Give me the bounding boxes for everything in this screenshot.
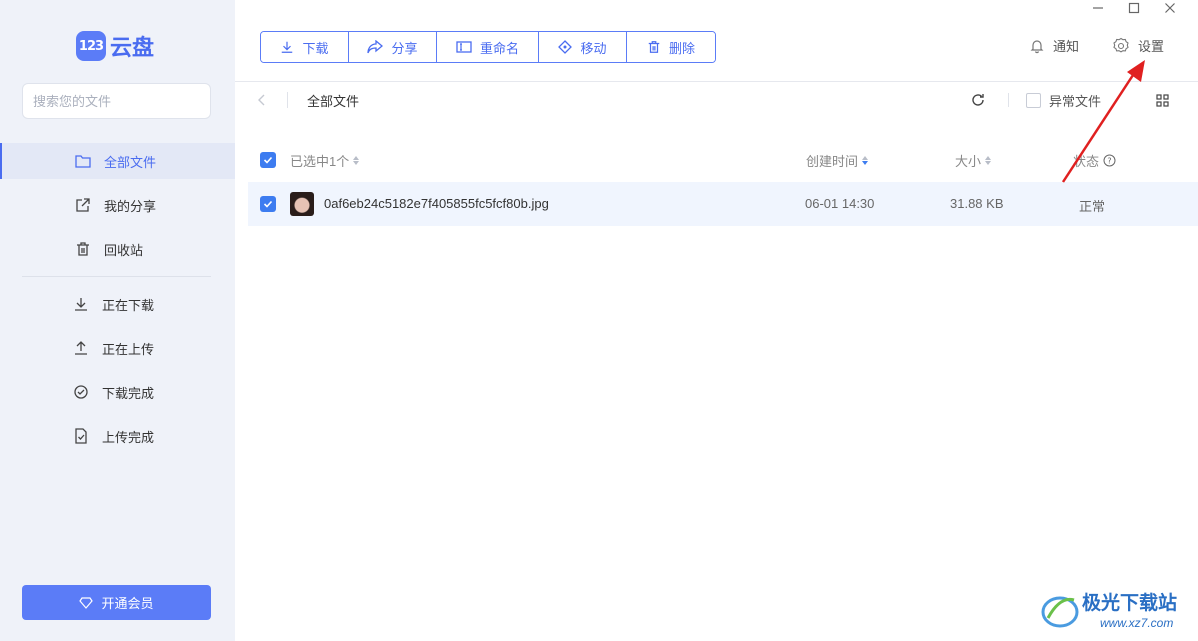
minimize-icon bbox=[1093, 7, 1103, 9]
bell-icon bbox=[1030, 39, 1044, 53]
move-icon bbox=[558, 40, 573, 54]
sidebar-item-label: 全部文件 bbox=[104, 154, 157, 170]
app-logo: 123 云盘 bbox=[76, 31, 154, 61]
notify-label: 通知 bbox=[1053, 39, 1080, 54]
sidebar-item-uploading[interactable]: 正在上传 bbox=[0, 330, 235, 366]
logo-text: 云盘 bbox=[110, 35, 155, 60]
open-vip-button[interactable]: 开通会员 bbox=[22, 585, 211, 620]
maximize-button[interactable] bbox=[1122, 0, 1146, 16]
watermark: 极光下载站 www.xz7.com bbox=[1040, 586, 1190, 636]
move-label: 移动 bbox=[580, 40, 607, 56]
share-label: 分享 bbox=[391, 40, 418, 56]
file-name[interactable]: 0af6eb24c5182e7f405855fc5fcf80b.jpg bbox=[324, 196, 549, 211]
file-toolbar: 下载 分享 重命名 移动 删除 bbox=[260, 31, 716, 63]
download-icon bbox=[282, 41, 293, 53]
sidebar-item-label: 正在下载 bbox=[102, 297, 155, 313]
sidebar-item-label: 回收站 bbox=[104, 242, 144, 258]
watermark-text: 极光下载站 bbox=[1082, 593, 1178, 614]
created-time-header[interactable]: 创建时间 bbox=[806, 151, 869, 170]
upload-icon bbox=[72, 339, 90, 357]
select-all-checkbox[interactable] bbox=[260, 152, 276, 168]
file-created: 06-01 14:30 bbox=[805, 196, 875, 211]
search-box[interactable] bbox=[22, 83, 211, 119]
notify-button[interactable]: 通知 bbox=[1029, 36, 1079, 55]
share-icon bbox=[74, 196, 92, 214]
sort-icon bbox=[353, 156, 360, 165]
logo-badge: 123 bbox=[76, 31, 106, 61]
watermark-url: www.xz7.com bbox=[1100, 616, 1174, 630]
selected-count-label: 已选中1个 bbox=[290, 154, 350, 169]
minimize-button[interactable] bbox=[1086, 0, 1110, 16]
settings-button[interactable]: 设置 bbox=[1112, 36, 1164, 55]
search-input[interactable] bbox=[33, 93, 209, 109]
size-label: 大小 bbox=[955, 154, 982, 169]
file-size: 31.88 KB bbox=[950, 196, 1004, 211]
check-circle-icon bbox=[72, 383, 90, 401]
move-button[interactable]: 移动 bbox=[539, 32, 627, 62]
sidebar-item-my-share[interactable]: 我的分享 bbox=[0, 187, 235, 223]
sidebar-item-label: 我的分享 bbox=[104, 198, 157, 214]
file-check-icon bbox=[72, 427, 90, 445]
trash-icon bbox=[74, 240, 92, 258]
selected-count-header[interactable]: 已选中1个 bbox=[290, 151, 360, 170]
gear-icon bbox=[1113, 37, 1129, 53]
share-arrow-icon bbox=[367, 40, 384, 54]
created-time-label: 创建时间 bbox=[806, 154, 859, 169]
breadcrumb: 全部文件 bbox=[307, 90, 359, 110]
sidebar-item-recycle-bin[interactable]: 回收站 bbox=[0, 231, 235, 267]
back-button[interactable] bbox=[257, 90, 267, 110]
vip-label: 开通会员 bbox=[101, 596, 154, 611]
folder-icon bbox=[74, 152, 92, 170]
check-icon bbox=[263, 156, 273, 164]
row-checkbox[interactable] bbox=[260, 196, 276, 212]
sidebar-divider bbox=[22, 276, 211, 277]
abnormal-files-checkbox[interactable] bbox=[1026, 92, 1041, 108]
file-thumbnail bbox=[290, 192, 314, 216]
download-button[interactable]: 下载 bbox=[261, 32, 349, 62]
sidebar-item-label: 正在上传 bbox=[102, 341, 155, 357]
sidebar-item-all-files[interactable]: 全部文件 bbox=[0, 143, 235, 179]
download-label: 下载 bbox=[302, 40, 329, 56]
close-button[interactable] bbox=[1158, 0, 1182, 16]
sidebar-item-upload-done[interactable]: 上传完成 bbox=[0, 418, 235, 454]
delete-button[interactable]: 删除 bbox=[627, 32, 715, 62]
breadcrumb-current: 全部文件 bbox=[307, 93, 360, 109]
sidebar-item-downloading[interactable]: 正在下载 bbox=[0, 286, 235, 322]
refresh-icon bbox=[972, 94, 984, 106]
table-row[interactable]: 0af6eb24c5182e7f405855fc5fcf80b.jpg 06-0… bbox=[248, 182, 1198, 226]
watermark-logo-icon bbox=[1041, 596, 1079, 628]
sidebar-item-label: 下载完成 bbox=[102, 385, 155, 401]
toolbar-separator bbox=[1008, 93, 1009, 107]
grid-view-button[interactable] bbox=[1156, 90, 1169, 110]
breadcrumb-separator bbox=[287, 92, 288, 108]
refresh-button[interactable] bbox=[970, 90, 986, 110]
delete-label: 删除 bbox=[668, 40, 695, 56]
annotation-arrow bbox=[1061, 60, 1145, 183]
sort-icon bbox=[985, 156, 992, 165]
header-divider bbox=[235, 81, 1198, 82]
rename-label: 重命名 bbox=[479, 40, 519, 56]
grid-view-icon bbox=[1156, 93, 1169, 107]
sidebar: 123 云盘 全部文件 我的分享 回收站 正在下载 正在上传 bbox=[0, 0, 235, 641]
download-icon bbox=[72, 295, 90, 313]
close-icon bbox=[1165, 3, 1175, 13]
maximize-icon bbox=[1128, 2, 1140, 14]
trash-icon bbox=[648, 41, 660, 53]
settings-label: 设置 bbox=[1138, 39, 1165, 54]
diamond-icon bbox=[79, 596, 94, 609]
file-status: 正常 bbox=[1079, 199, 1106, 214]
sidebar-item-label: 上传完成 bbox=[102, 429, 155, 445]
check-icon bbox=[263, 200, 273, 208]
rename-icon bbox=[456, 41, 472, 53]
sort-desc-icon bbox=[862, 156, 869, 165]
share-button[interactable]: 分享 bbox=[349, 32, 437, 62]
rename-button[interactable]: 重命名 bbox=[437, 32, 539, 62]
sidebar-item-download-done[interactable]: 下载完成 bbox=[0, 374, 235, 410]
size-header[interactable]: 大小 bbox=[955, 151, 992, 170]
chevron-left-icon bbox=[258, 94, 265, 106]
